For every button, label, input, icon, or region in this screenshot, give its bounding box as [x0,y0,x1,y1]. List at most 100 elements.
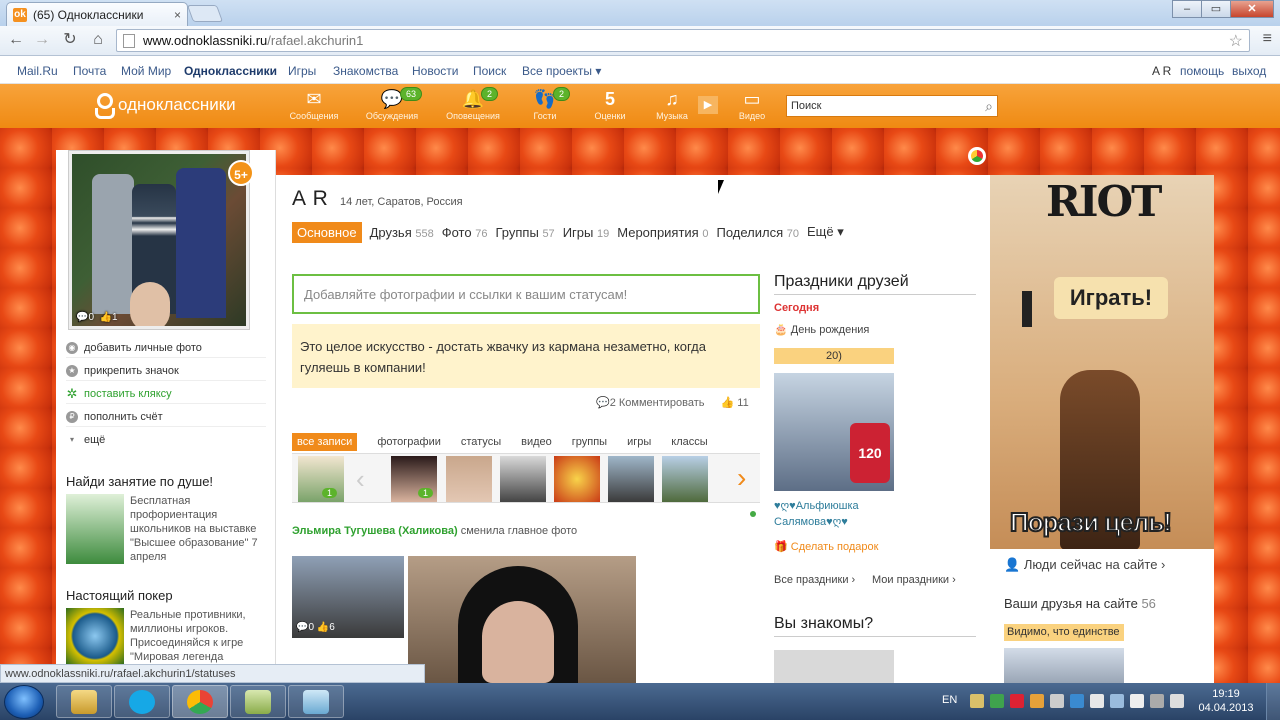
tab-photos[interactable]: Фото 76 [442,225,488,240]
volume-icon[interactable] [1170,694,1184,708]
flag-icon[interactable] [1130,694,1144,708]
friends-online[interactable]: Ваши друзья на сайте 56 [1004,596,1156,611]
tab-main[interactable]: Основное [292,221,362,243]
tray-icon[interactable] [1050,694,1064,708]
taskbar-skype[interactable] [114,685,170,718]
portal-link-games[interactable]: Игры [288,64,316,78]
strip-thumbnail[interactable] [500,456,546,502]
tray-icon[interactable] [1030,694,1044,708]
my-holidays-link[interactable]: Мои праздники › [872,574,956,586]
strip-thumbnail[interactable] [662,456,708,502]
tab-events[interactable]: Мероприятия 0 [617,225,708,240]
start-button[interactable] [4,685,44,719]
portal-link-dating[interactable]: Знакомства [333,64,398,78]
taskbar-chrome[interactable] [172,685,228,718]
friends-group-thumbnail[interactable] [298,456,344,502]
maximize-button[interactable]: ▭ [1201,0,1231,18]
strip-thumbnail[interactable] [554,456,600,502]
nav-ratings[interactable]: 5 Оценки [580,88,640,121]
strip-right-arrow-icon[interactable]: › [737,462,746,494]
tray-icon[interactable] [1070,694,1084,708]
feed-tab-groups[interactable]: группы [572,436,607,448]
friend-name-link[interactable]: ♥ღ♥Альфиюшка Салямова♥ღ♥ [774,498,894,530]
address-bar[interactable]: www.odnoklassniki.ru /rafael.akchurin1 ☆ [116,29,1250,52]
bookmark-star-icon[interactable]: ☆ [1229,31,1243,51]
nav-notifications[interactable]: 🔔 Оповещения 2 [443,87,503,121]
portal-link-mail[interactable]: Почта [73,64,106,78]
portal-link-search[interactable]: Поиск [473,64,506,78]
strip-left-arrow-icon[interactable]: ‹ [356,464,365,495]
tab-games[interactable]: Игры 19 [563,225,610,240]
reload-icon[interactable]: ↻ [60,30,80,50]
feed-tab-statuses[interactable]: статусы [461,436,501,448]
display-icon[interactable] [1150,694,1164,708]
portal-user[interactable]: A R [1152,64,1171,78]
make-gift-link[interactable]: 🎁 Сделать подарок [774,540,878,553]
tray-icon[interactable] [970,694,984,708]
tray-icon[interactable] [990,694,1004,708]
portal-link-news[interactable]: Новости [412,64,458,78]
portal-link-all-projects[interactable]: Все проекты ▾ [522,64,601,78]
tab-more[interactable]: Ещё ▾ [807,224,844,240]
show-desktop-button[interactable] [1266,683,1280,720]
taskbar-app2[interactable] [288,685,344,718]
back-arrow-icon[interactable]: ← [6,30,26,50]
search-icon[interactable]: ⌕ [985,98,993,115]
nav-discussions[interactable]: 💬 Обсуждения 63 [362,87,423,121]
feed-user-link[interactable]: Эльмира Тугушева (Халикова) [292,525,458,537]
portal-link-mymir[interactable]: Мой Мир [121,64,171,78]
feed-tab-all[interactable]: все записи [292,433,358,451]
theme-ball-icon[interactable] [968,147,986,165]
play-icon[interactable]: ▶ [698,96,718,114]
tab-groups[interactable]: Группы 57 [495,225,554,240]
site-logo[interactable]: одноклассники [92,92,236,119]
close-window-button[interactable]: ✕ [1230,0,1274,18]
strip-thumbnail[interactable] [446,456,492,502]
like-button[interactable]: 👍 11 [721,396,749,409]
ad-play-button[interactable]: Играть! [1054,277,1168,319]
nav-messages[interactable]: ✉ Сообщения [284,88,344,121]
portal-link-odnoklassniki[interactable]: Одноклассники [184,64,277,78]
friend-photo[interactable]: 120 [774,373,894,491]
topup-link[interactable]: ₽ пополнить счёт [66,407,266,427]
taskbar-app[interactable] [230,685,286,718]
clock[interactable]: 19:19 04.04.2013 [1196,687,1256,715]
suggested-friend-photo[interactable] [774,650,894,683]
feed-tab-video[interactable]: видео [521,436,552,448]
forward-arrow-icon[interactable]: → [32,30,52,50]
new-tab-button[interactable] [186,5,224,22]
all-holidays-link[interactable]: Все праздники › [774,574,855,586]
home-icon[interactable]: ⌂ [88,30,108,50]
game-ad-banner[interactable]: RIOT Играть! Порази цель! [990,175,1214,549]
tab-friends[interactable]: Друзья 558 [370,225,434,240]
language-indicator[interactable]: EN [942,694,957,706]
tab-close-icon[interactable]: × [174,8,181,22]
network-icon[interactable] [1110,694,1124,708]
nav-music[interactable]: ♫ Музыка [642,88,702,121]
add-photo-link[interactable]: ◉ добавить личные фото [66,338,266,358]
attach-badge-link[interactable]: ★ прикрепить значок [66,361,266,381]
comment-button[interactable]: 💬2 Комментировать [596,396,705,409]
nav-video[interactable]: ▭ Видео [722,88,782,121]
feed-tab-games[interactable]: игры [627,436,651,448]
feed-photo-large[interactable] [408,556,636,683]
friend-status-photo[interactable] [1004,648,1124,683]
minimize-button[interactable]: – [1172,0,1202,18]
avatar[interactable]: 💬0 👍1 [68,150,250,330]
strip-thumbnail[interactable] [608,456,654,502]
tray-icon[interactable] [1090,694,1104,708]
feed-tab-photos[interactable]: фотографии [377,436,441,448]
taskbar-explorer[interactable] [56,685,112,718]
put-blot-link[interactable]: ✲ поставить кляксу [66,384,266,404]
promo1[interactable]: Бесплатная профориентация школьников на … [66,494,266,564]
promo2-title[interactable]: Настоящий покер [66,588,173,603]
people-online-link[interactable]: 👤 Люди сейчас на сайте › [1004,557,1165,573]
more-link[interactable]: ▾ ещё [66,430,266,450]
wrench-menu-icon[interactable]: ≡ [1263,30,1272,48]
nav-guests[interactable]: 👣 Гости 2 [515,87,575,121]
help-link[interactable]: помощь [1180,64,1224,78]
status-input[interactable]: Добавляйте фотографии и ссылки к вашим с… [292,274,760,314]
portal-link-mailru[interactable]: Mail.Ru [17,64,58,78]
tray-icon[interactable] [1010,694,1024,708]
search-input[interactable]: Поиск ⌕ [786,95,998,117]
